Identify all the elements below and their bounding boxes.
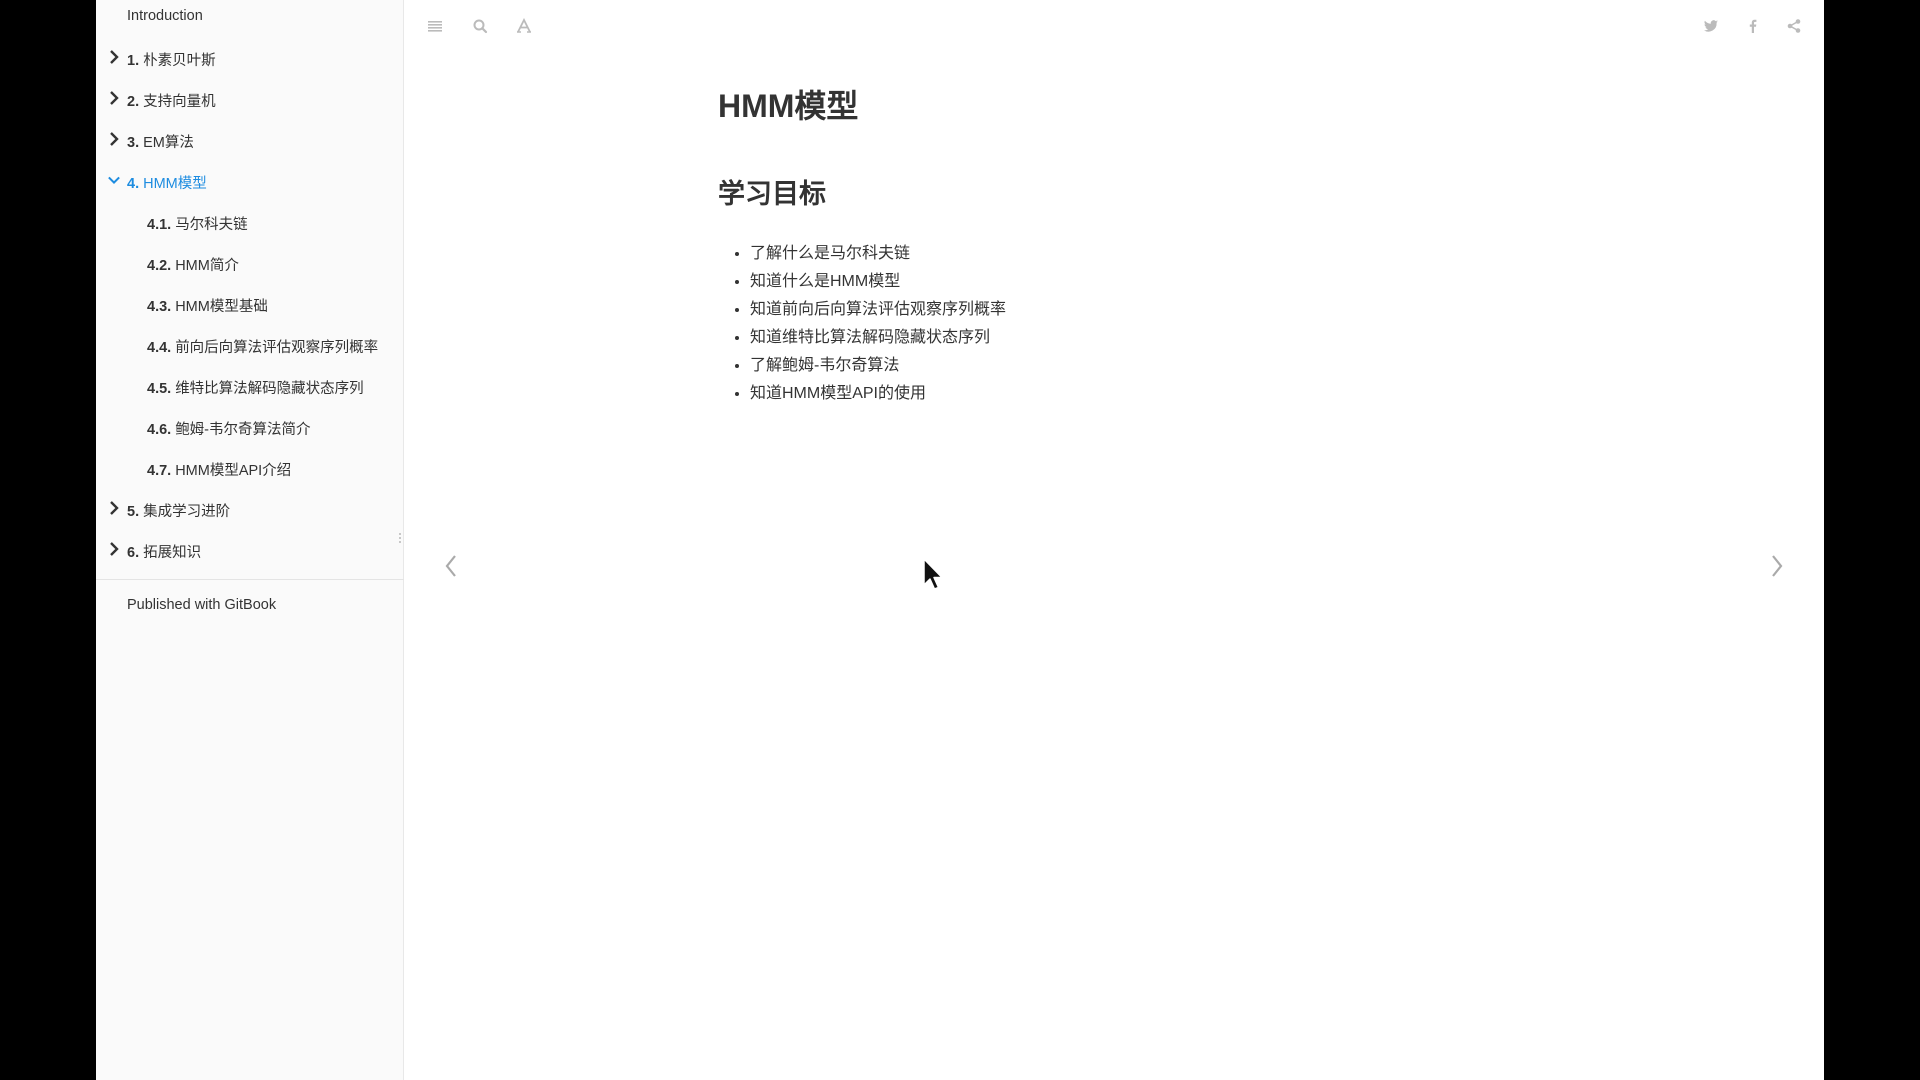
sidebar-item-em[interactable]: 3. EM算法 (96, 120, 404, 161)
sidebar-item-hmm-basics[interactable]: 4.3. HMM模型基础 (96, 284, 404, 325)
published-with-gitbook-link[interactable]: Published with GitBook (127, 597, 276, 613)
sidebar-item-label: HMM模型 (143, 176, 207, 192)
sidebar-item-hmm-intro[interactable]: 4.2. HMM简介 (96, 243, 404, 284)
learning-goals-list: 了解什么是马尔科夫链 知道什么是HMM模型 知道前向后向算法评估观察序列概率 知… (718, 240, 1006, 408)
list-item: 知道什么是HMM模型 (750, 268, 1006, 296)
chevron-right-icon[interactable] (106, 500, 122, 516)
list-item: 了解什么是马尔科夫链 (750, 240, 1006, 268)
sidebar-item-number: 4.7. (147, 463, 172, 479)
sidebar-item-hmm[interactable]: 4. HMM模型 (96, 161, 404, 202)
sidebar-item-number: 4.1. (147, 217, 172, 233)
sidebar-item-baum-welch[interactable]: 4.6. 鲍姆-韦尔奇算法简介 (96, 407, 404, 448)
share-icon[interactable] (1782, 14, 1806, 38)
sidebar-item-label: 马尔科夫链 (175, 217, 248, 233)
gitbook-window: Introduction 1. 朴素贝叶斯 2. 支持向量机 3. EM算法 4. HM… (96, 0, 1824, 1080)
sidebar-item-label: 维特比算法解码隐藏状态序列 (175, 381, 364, 397)
chevron-right-icon[interactable] (106, 131, 122, 147)
sidebar-item-ensemble[interactable]: 5. 集成学习进阶 (96, 489, 404, 530)
list-item: 知道前向后向算法评估观察序列概率 (750, 296, 1006, 324)
sidebar-item-hmm-api[interactable]: 4.7. HMM模型API介绍 (96, 448, 404, 489)
sidebar-item-label: 前向后向算法评估观察序列概率 (175, 340, 379, 356)
sidebar-item-naive-bayes[interactable]: 1. 朴素贝叶斯 (96, 38, 404, 79)
chevron-right-icon[interactable] (106, 90, 122, 106)
sidebar-item-label: 朴素贝叶斯 (143, 53, 216, 69)
sidebar-item-extended[interactable]: 6. 拓展知识 (96, 530, 404, 571)
chevron-right-icon[interactable] (106, 541, 122, 557)
sidebar-item-number: 4.5. (147, 381, 172, 397)
sidebar-divider (96, 579, 404, 580)
next-page-arrow-icon[interactable] (1761, 548, 1793, 584)
sidebar-item-markov-chain[interactable]: 4.1. 马尔科夫链 (96, 202, 404, 243)
menu-icon[interactable] (423, 14, 447, 38)
sidebar-item-label: 支持向量机 (143, 94, 216, 110)
sidebar-item-forward-backward[interactable]: 4.4. 前向后向算法评估观察序列概率 (96, 325, 404, 366)
chevron-down-icon[interactable] (106, 172, 122, 188)
sidebar-resize-handle[interactable] (398, 533, 402, 547)
sidebar-item-number: 6. (127, 545, 140, 561)
search-icon[interactable] (468, 14, 492, 38)
previous-page-arrow-icon[interactable] (435, 548, 467, 584)
sidebar: Introduction 1. 朴素贝叶斯 2. 支持向量机 3. EM算法 4. HM… (96, 0, 404, 1080)
twitter-icon[interactable] (1699, 14, 1723, 38)
sidebar-item-number: 2. (127, 94, 140, 110)
list-item: 知道维特比算法解码隐藏状态序列 (750, 324, 1006, 352)
page-content: HMM模型 学习目标 了解什么是马尔科夫链 知道什么是HMM模型 知道前向后向算… (718, 80, 1518, 402)
section-title: 学习目标 (718, 179, 826, 209)
sidebar-item-introduction[interactable]: Introduction (127, 8, 203, 24)
sidebar-item-number: 5. (127, 504, 140, 520)
sidebar-item-number: 4.2. (147, 258, 172, 274)
mouse-cursor-icon (923, 558, 943, 590)
sidebar-item-number: 4.4. (147, 340, 172, 356)
sidebar-item-number: 3. (127, 135, 140, 151)
sidebar-item-number: 1. (127, 53, 140, 69)
list-item: 了解鲍姆-韦尔奇算法 (750, 352, 1006, 380)
font-settings-icon[interactable] (512, 14, 536, 38)
sidebar-item-label: 鲍姆-韦尔奇算法简介 (175, 422, 311, 438)
sidebar-item-viterbi[interactable]: 4.5. 维特比算法解码隐藏状态序列 (96, 366, 404, 407)
sidebar-item-label: HMM模型API介绍 (175, 463, 292, 479)
chevron-right-icon[interactable] (106, 49, 122, 65)
sidebar-item-number: 4.6. (147, 422, 172, 438)
sidebar-item-number: 4.3. (147, 299, 172, 315)
page-title: HMM模型 (718, 88, 859, 124)
sidebar-item-svm[interactable]: 2. 支持向量机 (96, 79, 404, 120)
sidebar-item-label: HMM模型基础 (175, 299, 268, 315)
list-item: 知道HMM模型API的使用 (750, 380, 1006, 408)
sidebar-item-label: 拓展知识 (143, 545, 202, 561)
facebook-icon[interactable] (1741, 14, 1765, 38)
sidebar-item-label: 集成学习进阶 (143, 504, 231, 520)
sidebar-item-number: 4. (127, 176, 140, 192)
sidebar-item-label: HMM简介 (175, 258, 239, 274)
sidebar-item-label: EM算法 (143, 135, 194, 151)
